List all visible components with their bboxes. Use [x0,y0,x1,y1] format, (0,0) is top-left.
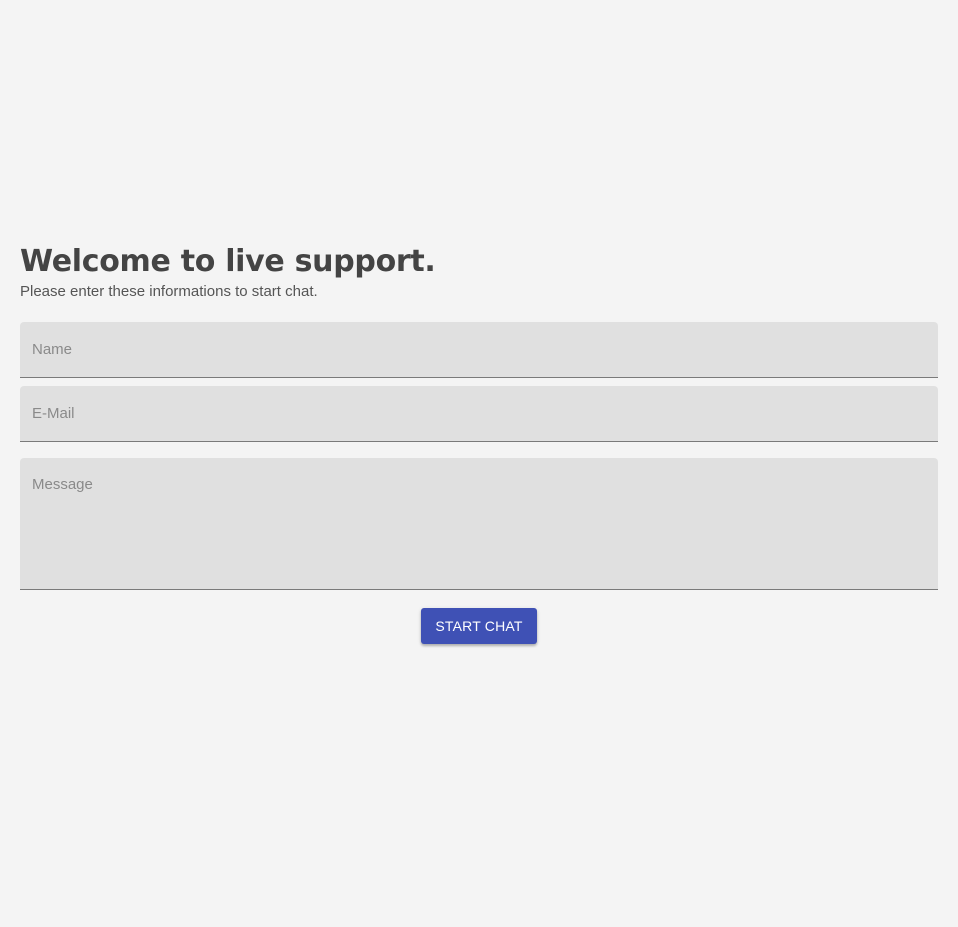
message-textarea[interactable] [20,458,938,590]
support-form: Welcome to live support. Please enter th… [20,243,938,644]
page-subtitle: Please enter these informations to start… [20,283,318,300]
form-actions: START CHAT [20,608,938,644]
live-support-page: Welcome to live support. Please enter th… [0,0,958,927]
email-input[interactable] [20,386,938,442]
page-title: Welcome to live support. [20,244,436,279]
name-input[interactable] [20,322,938,378]
start-chat-button[interactable]: START CHAT [421,608,537,644]
